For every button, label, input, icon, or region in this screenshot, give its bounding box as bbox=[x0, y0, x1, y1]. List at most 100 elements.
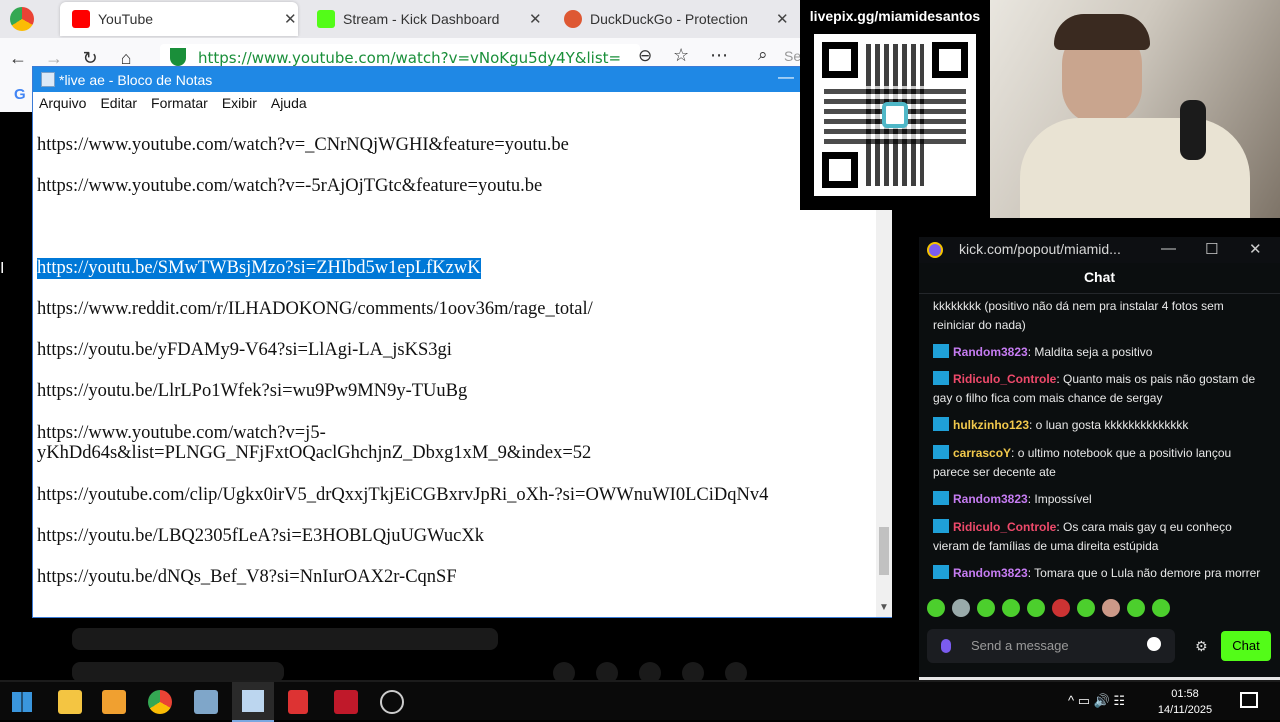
duckduckgo-icon bbox=[564, 10, 582, 28]
chat-message: hulkzinho123: o luan gosta kkkkkkkkkkkkk… bbox=[933, 416, 1263, 435]
text-line: https://youtu.be/dNQs_Bef_V8?si=NnIurOAX… bbox=[37, 567, 457, 587]
kick-icon bbox=[317, 10, 335, 28]
system-clock[interactable]: 01:58 14/11/2025 bbox=[1150, 686, 1220, 718]
user-badge-icon bbox=[933, 417, 949, 431]
chat-username[interactable]: Ridiculo_Controle bbox=[953, 520, 1056, 534]
tab-youtube[interactable]: YouTube ✕ bbox=[60, 2, 298, 36]
chat-message-text: : o luan gosta kkkkkkkkkkkkkk bbox=[1029, 418, 1189, 432]
taskbar-active-app[interactable] bbox=[232, 682, 274, 722]
emote-icon[interactable] bbox=[977, 599, 995, 617]
browser-icon[interactable] bbox=[148, 690, 172, 714]
tab-duckduckgo[interactable]: DuckDuckGo - Protection ✕ bbox=[552, 2, 797, 36]
emote-icon[interactable] bbox=[1027, 599, 1045, 617]
gear-icon[interactable]: ⚙ bbox=[1195, 638, 1208, 655]
placeholder-bar bbox=[72, 662, 284, 682]
user-badge-icon bbox=[933, 491, 949, 505]
scrollbar-thumb[interactable] bbox=[879, 527, 889, 575]
star-icon[interactable]: ☆ bbox=[673, 45, 689, 66]
text-line: https://www.reddit.com/r/ILHADOKONG/comm… bbox=[37, 299, 593, 319]
google-icon[interactable]: G bbox=[14, 86, 26, 103]
microphone-icon[interactable] bbox=[941, 639, 951, 653]
close-icon[interactable]: ✕ bbox=[1249, 240, 1262, 258]
menu-ajuda[interactable]: Ajuda bbox=[271, 95, 307, 114]
user-badge-icon bbox=[933, 519, 949, 533]
divider bbox=[919, 293, 1280, 294]
emote-icon[interactable] bbox=[952, 599, 970, 617]
minimize-icon[interactable]: — bbox=[1161, 240, 1176, 257]
menu-exibir[interactable]: Exibir bbox=[222, 95, 257, 114]
emote-icon[interactable] bbox=[1077, 599, 1095, 617]
tab-kick-dashboard[interactable]: Stream - Kick Dashboard ✕ bbox=[305, 2, 550, 36]
chat-message: Ridiculo_Controle: Quanto mais os pais n… bbox=[933, 370, 1263, 408]
qr-label: livepix.gg/miamidesantos bbox=[809, 8, 981, 24]
chat-input[interactable]: Send a message bbox=[927, 629, 1175, 663]
emote-icon[interactable] bbox=[1052, 599, 1070, 617]
send-chat-button[interactable]: Chat bbox=[1221, 631, 1271, 661]
notification-icon[interactable] bbox=[1240, 692, 1258, 708]
tray-icons[interactable]: ^ ▭ 🔊 ☷ bbox=[1068, 693, 1125, 709]
emoji-icon[interactable] bbox=[1147, 637, 1161, 651]
maximize-icon[interactable]: ☐ bbox=[1205, 240, 1218, 258]
media-player-icon[interactable] bbox=[102, 690, 126, 714]
menu-arquivo[interactable]: Arquivo bbox=[39, 95, 86, 114]
chat-username[interactable]: Random3823 bbox=[953, 492, 1028, 506]
app-icon[interactable] bbox=[334, 690, 358, 714]
text-line: https://youtu.be/LBQ2305fLeA?si=E3HOBLQj… bbox=[37, 526, 484, 546]
text-line: https://www.youtube.com/watch?v=j5- bbox=[37, 423, 326, 443]
notepad-text-area[interactable]: https://www.youtube.com/watch?v=_CNrNQjW… bbox=[37, 127, 877, 617]
close-icon[interactable]: ✕ bbox=[284, 10, 297, 28]
emote-icon[interactable] bbox=[1152, 599, 1170, 617]
donation-qr-panel: livepix.gg/miamidesantos bbox=[800, 0, 990, 210]
shield-icon[interactable] bbox=[170, 48, 186, 66]
chat-message-text: : Maldita seja a positivo bbox=[1027, 345, 1153, 359]
clock-date: 14/11/2025 bbox=[1157, 704, 1213, 716]
windows-start-icon[interactable] bbox=[12, 692, 32, 712]
emote-icon[interactable] bbox=[1127, 599, 1145, 617]
chat-username[interactable]: Ridiculo_Controle bbox=[953, 372, 1056, 386]
chat-username[interactable]: Random3823 bbox=[953, 345, 1028, 359]
minimize-icon[interactable]: — bbox=[778, 69, 794, 87]
menu-formatar[interactable]: Formatar bbox=[151, 95, 208, 114]
browser-logo-icon bbox=[10, 7, 34, 31]
placeholder-bar bbox=[72, 628, 498, 650]
text-line: yKhDd64s&list=PLNGG_NFjFxtOQaclGhchjnZ_D… bbox=[37, 443, 592, 463]
chat-message: Random3823: Maldita seja a positivo bbox=[933, 343, 1263, 362]
text-line: https://youtu.be/yFDAMy9-V64?si=LlAgi-LA… bbox=[37, 340, 452, 360]
clock-app-icon[interactable] bbox=[380, 690, 404, 714]
kick-titlebar: kick.com/popout/miamid... bbox=[919, 237, 1280, 263]
menu-editar[interactable]: Editar bbox=[100, 95, 137, 114]
menu-dots-icon[interactable]: ⋯ bbox=[710, 45, 728, 66]
zoom-icon[interactable]: ⊖ bbox=[638, 46, 652, 66]
search-box[interactable]: Se bbox=[784, 48, 801, 64]
notepad-titlebar: *live ae - Bloco de Notas bbox=[33, 67, 893, 92]
chat-username[interactable]: Random3823 bbox=[953, 566, 1028, 580]
close-icon[interactable]: ✕ bbox=[529, 10, 542, 28]
youtube-icon bbox=[72, 10, 90, 28]
qr-finder bbox=[822, 152, 858, 188]
text-line: https://youtube.com/clip/Ugkx0irV5_drQxx… bbox=[37, 485, 769, 505]
back-icon[interactable]: ← bbox=[0, 48, 36, 69]
file-explorer-icon[interactable] bbox=[58, 690, 82, 714]
scroll-down-icon[interactable]: ▼ bbox=[879, 602, 889, 613]
emote-icon[interactable] bbox=[927, 599, 945, 617]
notepad-menubar: Arquivo Editar Formatar Exibir Ajuda bbox=[33, 92, 893, 114]
emote-icon[interactable] bbox=[1102, 599, 1120, 617]
chat-message: kkkkkkkk (positivo não dá nem pra instal… bbox=[933, 297, 1263, 335]
qr-finder bbox=[822, 42, 858, 78]
paint-icon[interactable] bbox=[194, 690, 218, 714]
chat-message: Random3823: Impossível bbox=[933, 490, 1263, 509]
chat-username[interactable]: hulkzinho123 bbox=[953, 418, 1029, 432]
notepad-title: *live ae - Bloco de Notas bbox=[59, 72, 213, 88]
emote-icon[interactable] bbox=[1002, 599, 1020, 617]
chat-message-text: : Impossível bbox=[1027, 492, 1092, 506]
chat-username[interactable]: carrascoY bbox=[953, 446, 1011, 460]
notepad-icon bbox=[41, 72, 55, 87]
calculator-icon[interactable] bbox=[288, 690, 308, 714]
microphone-icon bbox=[1180, 100, 1206, 160]
chat-message-text: : Tomara que o Lula não demore pra morre… bbox=[1027, 566, 1261, 580]
user-badge-icon bbox=[933, 371, 949, 385]
close-icon[interactable]: ✕ bbox=[776, 10, 789, 28]
search-icon[interactable]: ⌕ bbox=[758, 45, 768, 65]
streamer-shirt bbox=[1020, 118, 1250, 218]
chat-message: carrascoY: o ultimo notebook que a posit… bbox=[933, 444, 1263, 482]
